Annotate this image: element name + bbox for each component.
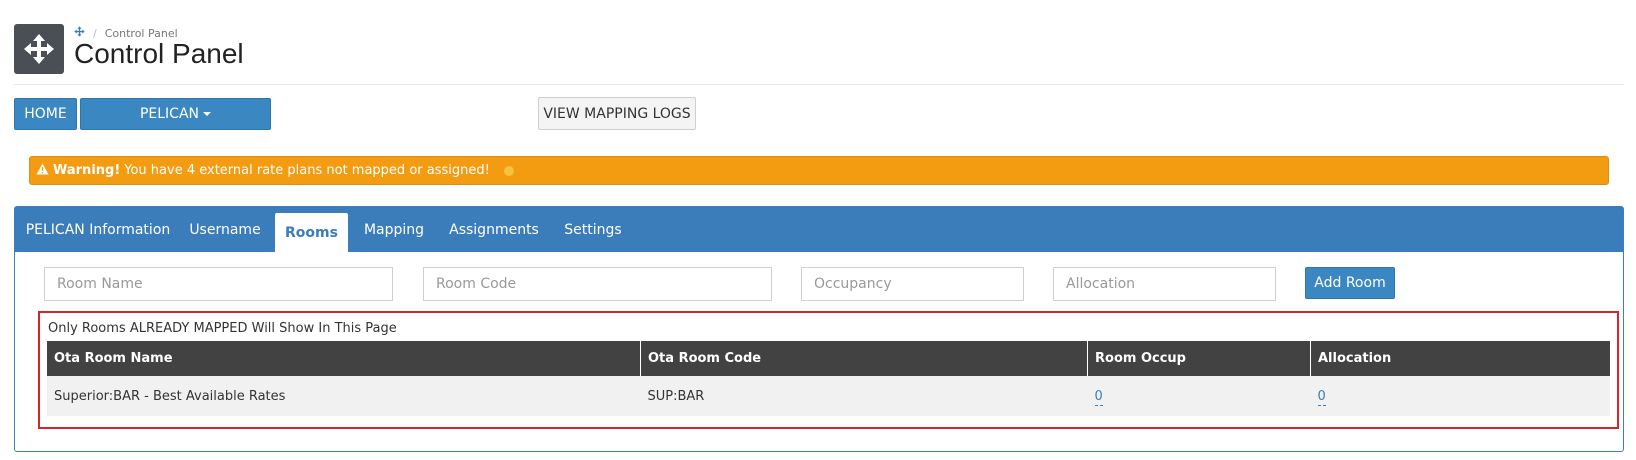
column-header[interactable]: Ota Room Name: [47, 341, 641, 376]
table-header-row: Ota Room Name Ota Room Code Room Occup A…: [47, 341, 1610, 376]
property-dropdown-label: PELICAN: [139, 106, 200, 122]
room-name-cell: Superior:BAR - Best Available Rates: [47, 376, 641, 416]
page-header: / Control Panel Control Panel: [14, 24, 1624, 85]
info-dot-icon[interactable]: [503, 165, 514, 176]
tab-pelican-information[interactable]: PELICAN Information: [21, 207, 175, 252]
home-button[interactable]: HOME: [14, 98, 77, 130]
tab-username[interactable]: Username: [181, 207, 269, 252]
occupancy-edit-link[interactable]: 0: [1094, 388, 1103, 406]
mapped-rooms-table: Ota Room Name Ota Room Code Room Occup A…: [47, 341, 1610, 416]
room-name-input[interactable]: [44, 267, 393, 301]
add-room-button[interactable]: Add Room: [1305, 267, 1395, 299]
mapped-rooms-note: Only Rooms ALREADY MAPPED Will Show In T…: [48, 321, 397, 336]
warning-alert: Warning! You have 4 external rate plans …: [29, 156, 1609, 185]
table-row: Superior:BAR - Best Available Rates SUP:…: [47, 376, 1610, 416]
view-mapping-logs-button[interactable]: VIEW MAPPING LOGS: [538, 97, 696, 130]
property-dropdown-button[interactable]: PELICAN: [80, 98, 271, 130]
mapped-rooms-section: Only Rooms ALREADY MAPPED Will Show In T…: [38, 311, 1619, 429]
tab-settings[interactable]: Settings: [555, 207, 631, 252]
room-code-input[interactable]: [423, 267, 772, 301]
warning-message: You have 4 external rate plans not mappe…: [124, 163, 490, 178]
room-code-cell: SUP:BAR: [640, 376, 1088, 416]
tab-rooms[interactable]: Rooms: [275, 213, 348, 252]
page-title: Control Panel: [74, 38, 244, 69]
allocation-input[interactable]: [1053, 267, 1276, 301]
column-header[interactable]: Room Occup: [1087, 341, 1311, 376]
warning-strong: Warning!: [53, 163, 121, 178]
occupancy-input[interactable]: [801, 267, 1024, 301]
tab-mapping[interactable]: Mapping: [355, 207, 433, 252]
column-header[interactable]: Allocation: [1310, 341, 1610, 376]
column-header[interactable]: Ota Room Code: [640, 341, 1088, 376]
tab-assignments[interactable]: Assignments: [440, 207, 548, 252]
tab-bar: PELICAN Information Username Rooms Mappi…: [15, 207, 1623, 252]
room-occupancy-cell: 0: [1087, 376, 1311, 416]
rooms-panel: PELICAN Information Username Rooms Mappi…: [14, 206, 1624, 452]
move-arrows-icon: [14, 24, 64, 74]
caret-down-icon: [203, 112, 212, 116]
allocation-edit-link[interactable]: 0: [1317, 388, 1326, 406]
warning-triangle-icon: [36, 163, 49, 179]
room-allocation-cell: 0: [1310, 376, 1610, 416]
